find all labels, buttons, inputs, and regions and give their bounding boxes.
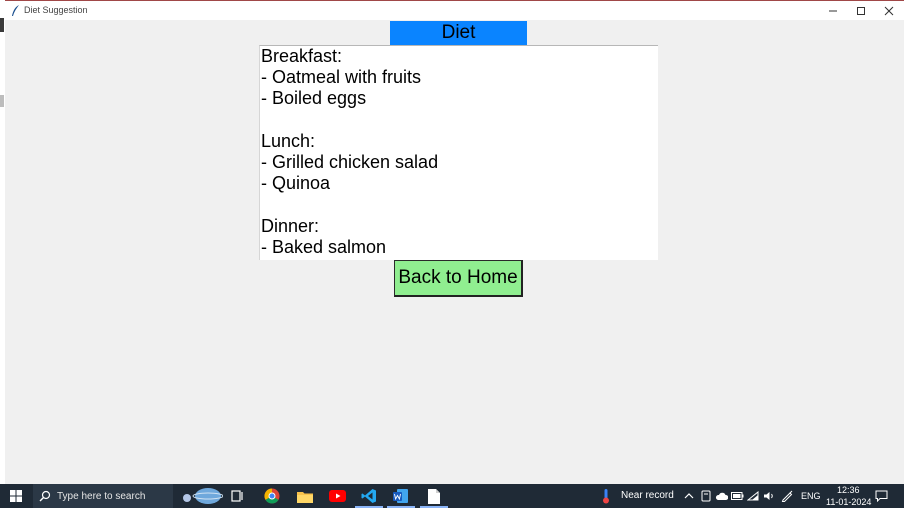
chrome-taskbar-button[interactable] [263, 487, 281, 505]
task-view-icon [231, 490, 243, 502]
chevron-up-icon [684, 493, 694, 499]
diet-text-line: - Oatmeal with fruits [261, 67, 422, 88]
start-button[interactable] [0, 484, 32, 508]
task-view-button[interactable] [229, 487, 247, 505]
search-placeholder: Type here to search [57, 490, 146, 502]
diet-suggestion-textbox[interactable]: Breakfast: - Oatmeal with fruits - Boile… [259, 45, 658, 260]
page-title: Diet Suggestion: [390, 21, 527, 67]
diet-text-line: - Baked salmon [261, 236, 387, 257]
vscode-taskbar-button[interactable] [355, 487, 383, 508]
taskbar-search-box[interactable]: Type here to search [33, 484, 173, 508]
tray-app-button[interactable] [699, 487, 712, 505]
diet-text-line: Dinner: [261, 215, 320, 236]
minimize-button[interactable] [818, 1, 848, 21]
window-title: Diet Suggestion [24, 5, 88, 15]
maximize-icon [857, 7, 865, 15]
clock-date[interactable]: 11-01-2024 [826, 497, 871, 507]
notification-icon [875, 490, 887, 502]
feather-icon [12, 5, 19, 16]
pen-workspace-button[interactable] [779, 487, 795, 505]
show-hidden-icons-button[interactable] [682, 487, 696, 505]
minimize-icon [829, 10, 837, 12]
battery-button[interactable] [730, 487, 744, 505]
close-icon [884, 6, 894, 16]
document-icon [428, 488, 440, 504]
speaker-icon [763, 492, 773, 500]
diet-text-line [260, 194, 658, 215]
youtube-taskbar-button[interactable] [328, 487, 346, 505]
network-button[interactable] [746, 487, 760, 505]
planet-illustration-icon [183, 488, 223, 504]
diet-text-line: - Grilled chicken salad [261, 151, 439, 172]
background-window-fragment [0, 18, 4, 32]
cloud-icon [715, 492, 728, 500]
weather-text[interactable]: Near record [621, 490, 674, 501]
thermometer-icon [603, 489, 609, 504]
title-bar[interactable]: Diet Suggestion [5, 0, 904, 20]
back-to-home-button[interactable]: Back to Home [394, 260, 523, 297]
search-icon [39, 490, 51, 502]
weather-widget[interactable] [599, 487, 613, 505]
file-explorer-taskbar-button[interactable] [296, 487, 314, 505]
onedrive-button[interactable] [714, 487, 728, 505]
app-window: Diet Suggestion Diet Suggestion: Breakfa… [5, 0, 904, 484]
vscode-icon [361, 489, 376, 503]
folder-icon [297, 491, 313, 503]
word-icon [393, 489, 408, 503]
diet-text-line: - Quinoa [261, 173, 331, 194]
diet-text-line: Lunch: [261, 130, 316, 151]
wifi-icon [747, 491, 759, 501]
taskbar: Type here to search Near record ENG 12:3… [0, 484, 904, 508]
battery-icon [730, 492, 743, 500]
youtube-icon [328, 490, 346, 502]
maximize-button[interactable] [846, 1, 876, 21]
volume-button[interactable] [762, 487, 776, 505]
language-indicator[interactable]: ENG [801, 491, 821, 501]
word-taskbar-button[interactable] [387, 487, 415, 508]
search-highlight-image[interactable] [178, 487, 223, 505]
clock-time[interactable]: 12:36 [837, 485, 860, 495]
diet-text-line: Breakfast: [261, 46, 343, 66]
windows-logo-icon [10, 490, 22, 502]
background-window-fragment [0, 95, 4, 107]
chrome-icon [264, 488, 280, 504]
close-button[interactable] [874, 1, 904, 21]
tray-app-icon [701, 490, 710, 502]
diet-text-line: - Boiled eggs [261, 88, 367, 109]
notepad-taskbar-button[interactable] [420, 487, 448, 508]
pen-icon [781, 490, 792, 502]
diet-text-line [260, 110, 658, 131]
action-center-button[interactable] [873, 487, 889, 505]
